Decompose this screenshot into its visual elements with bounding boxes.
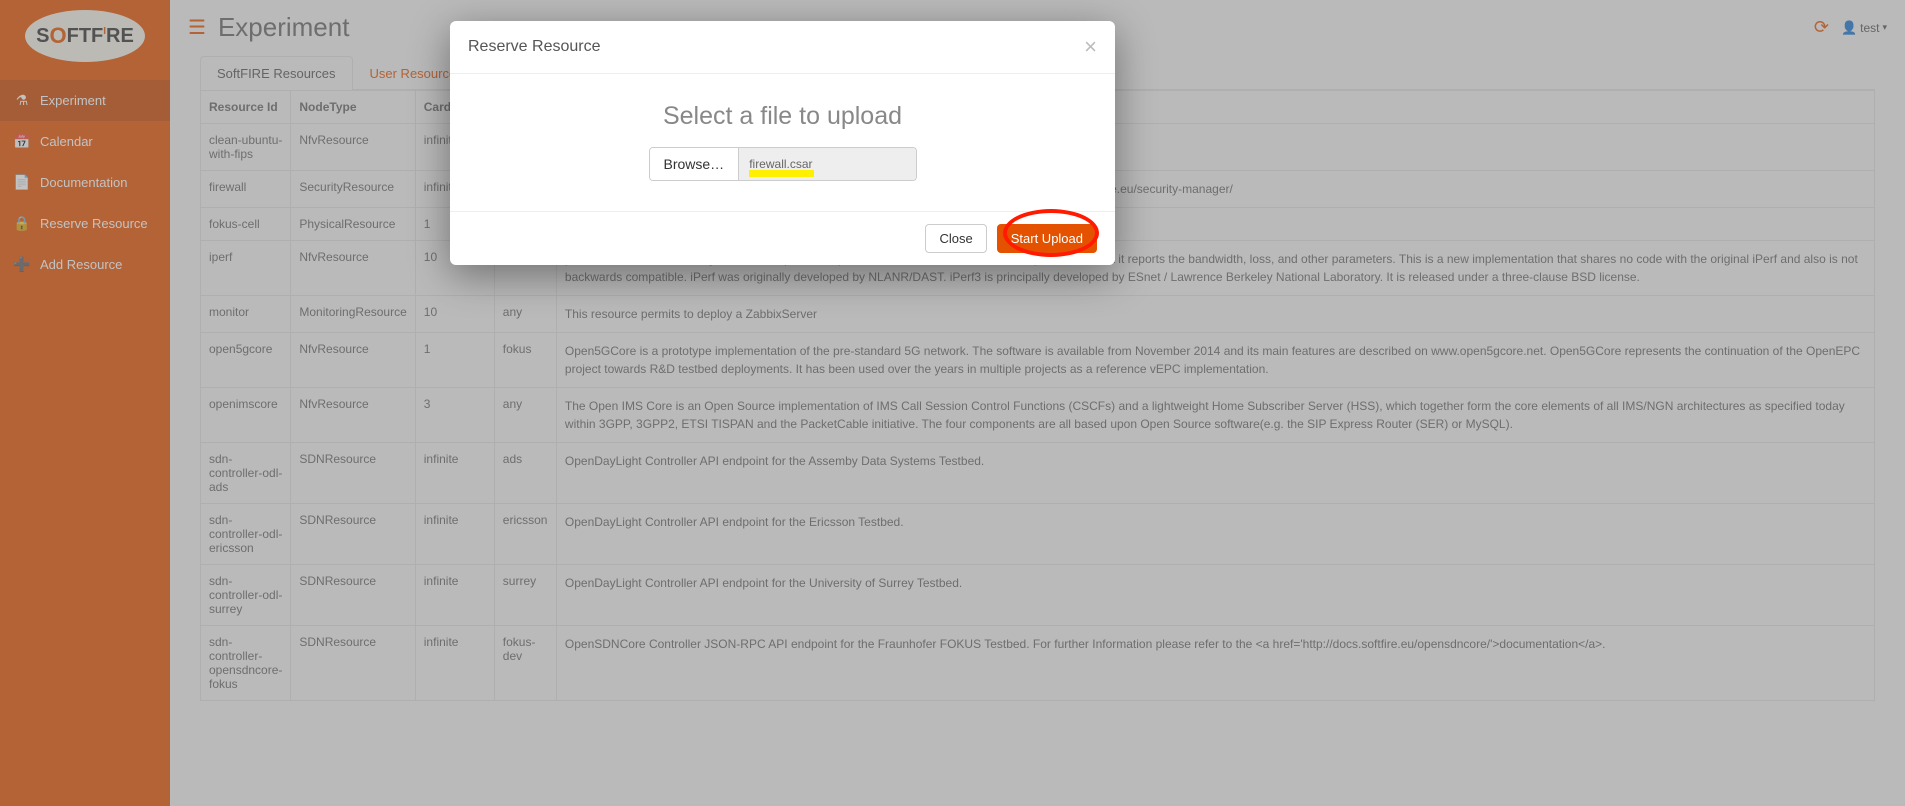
close-icon[interactable]: × [1084, 36, 1097, 58]
browse-button[interactable]: Browse… [650, 148, 740, 180]
file-input-row: Browse… firewall.csar [649, 147, 917, 181]
highlight-annotation [749, 170, 814, 177]
modal-title: Reserve Resource [468, 38, 601, 56]
reserve-resource-modal: Reserve Resource × Select a file to uplo… [450, 21, 1115, 265]
selected-file-name: firewall.csar [739, 148, 915, 180]
modal-heading: Select a file to upload [470, 102, 1095, 131]
close-button[interactable]: Close [925, 224, 986, 253]
start-upload-button[interactable]: Start Upload [997, 224, 1097, 253]
